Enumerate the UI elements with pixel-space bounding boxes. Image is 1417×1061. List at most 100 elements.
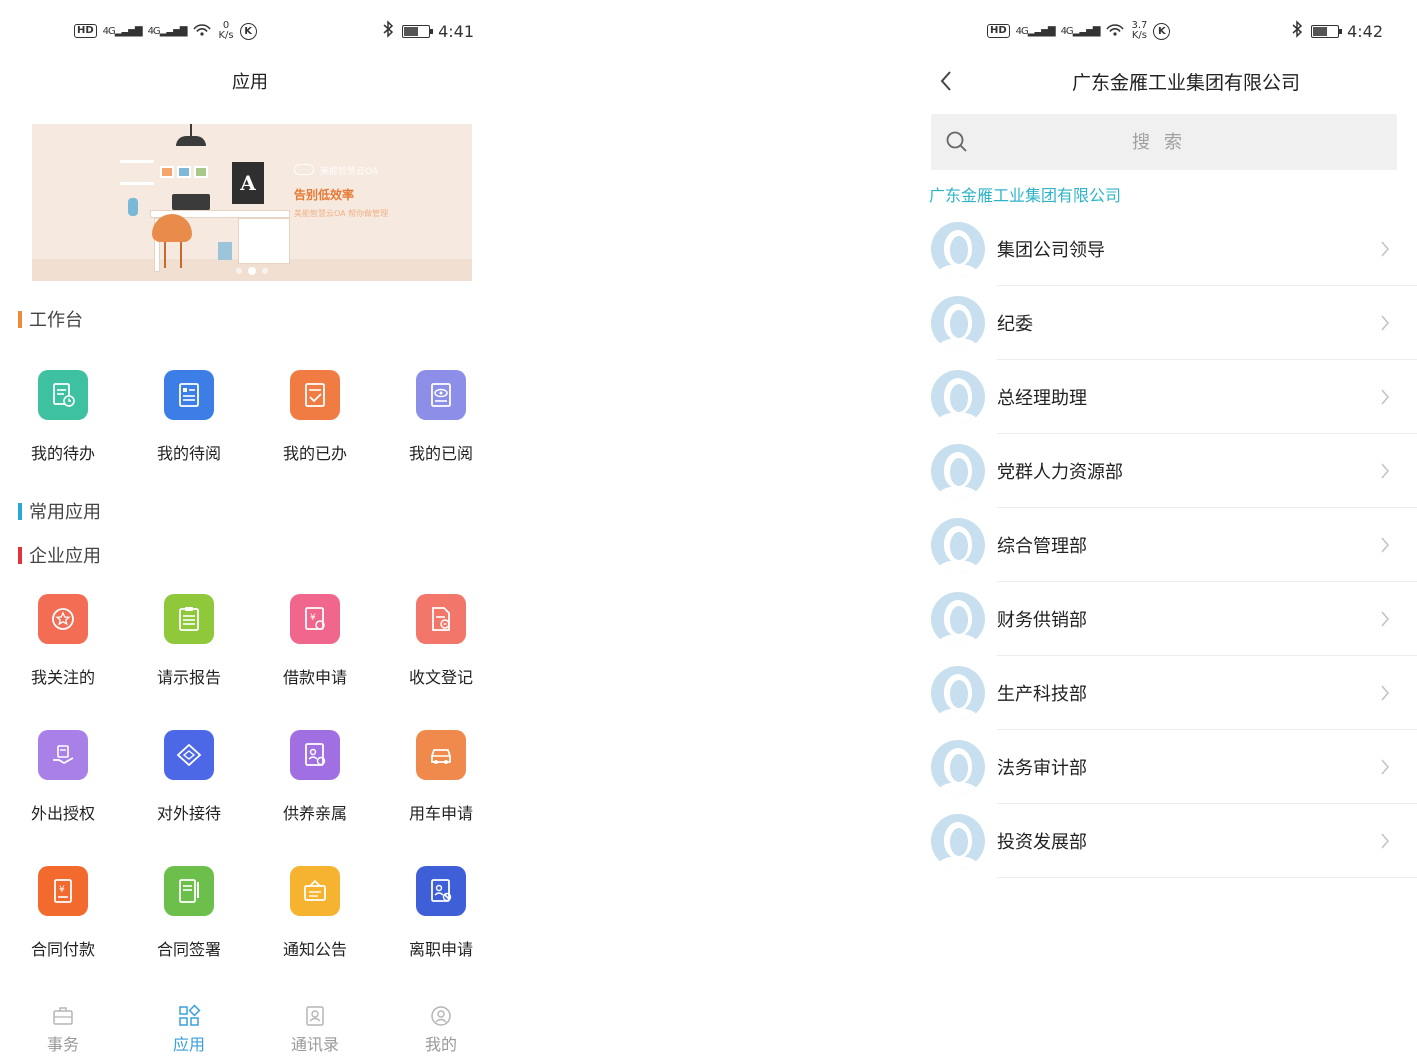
- poster-illustration: A: [232, 162, 264, 204]
- avatar: [931, 740, 985, 794]
- app-label: 我的已办: [282, 444, 347, 463]
- app-my-read[interactable]: 我的已阅: [386, 370, 496, 464]
- banner-brand: 美能智慧云OA: [320, 167, 379, 177]
- section-common-apps: 常用应用: [18, 498, 101, 524]
- notice-icon: [290, 866, 340, 916]
- family-doc-icon: [290, 730, 340, 780]
- net-speed: 3.7 K/s: [1131, 20, 1148, 41]
- chevron-right-icon: [1381, 241, 1390, 257]
- org-directory-screen: HD 4G▂▃▅▇ 4G▂▃▅▇ 3.7 K/s K 4:42 广东金雁工业集团有…: [915, 0, 1417, 1061]
- app-request-report[interactable]: 请示报告: [134, 594, 244, 688]
- app-outing-authorization[interactable]: 外出授权: [8, 730, 118, 824]
- app-contract-payment[interactable]: ¥ 合同付款: [8, 866, 118, 960]
- app-resignation[interactable]: 离职申请: [386, 866, 496, 960]
- department-name: 总经理助理: [997, 388, 1087, 409]
- department-row[interactable]: 财务供销部: [915, 582, 1417, 656]
- app-notice[interactable]: 通知公告: [260, 866, 370, 960]
- signal-icon: 4G▂▃▅▇: [1060, 25, 1101, 37]
- k-icon: K: [239, 22, 257, 40]
- department-name: 投资发展部: [997, 832, 1087, 853]
- app-label: 我的待办: [30, 444, 95, 463]
- avatar: [931, 444, 985, 498]
- breadcrumb[interactable]: 广东金雁工业集团有限公司: [929, 182, 1121, 206]
- hd-badge: HD: [74, 24, 97, 38]
- app-label: 外出授权: [30, 804, 95, 823]
- department-row[interactable]: 投资发展部: [915, 804, 1417, 878]
- hd-badge: HD: [987, 24, 1010, 38]
- department-row[interactable]: 集团公司领导: [915, 212, 1417, 286]
- department-row[interactable]: 综合管理部: [915, 508, 1417, 582]
- app-my-follow[interactable]: 我关注的: [8, 594, 118, 688]
- tab-affairs[interactable]: 事务: [23, 1000, 103, 1055]
- bluetooth-icon: [382, 20, 394, 42]
- status-bar: HD 4G▂▃▅▇ 4G▂▃▅▇ 3.7 K/s K 4:42: [987, 16, 1383, 46]
- battery-icon: [402, 24, 434, 38]
- car-icon: [416, 730, 466, 780]
- svg-text:¥: ¥: [310, 613, 316, 623]
- bluetooth-icon: [1291, 20, 1303, 42]
- picture-frames-illustration: [160, 166, 208, 178]
- svg-text:¥: ¥: [59, 885, 65, 895]
- avatar: [931, 814, 985, 868]
- tab-contacts[interactable]: 通讯录: [275, 1000, 355, 1055]
- apps-grid-icon: [179, 1004, 201, 1026]
- avatar: [931, 518, 985, 572]
- tab-apps[interactable]: 应用: [149, 1000, 229, 1055]
- status-bar: HD 4G▂▃▅▇ 4G▂▃▅▇ 0 K/s K 4:41: [74, 16, 474, 46]
- app-my-toread[interactable]: 我的待阅: [134, 370, 244, 464]
- avatar: [931, 666, 985, 720]
- department-name: 综合管理部: [997, 536, 1087, 557]
- app-screen: HD 4G▂▃▅▇ 4G▂▃▅▇ 0 K/s K 4:41 应用 A 美能智慧云…: [0, 0, 500, 1061]
- contacts-icon: [306, 1006, 324, 1026]
- page-title: 应用: [232, 72, 268, 93]
- chevron-right-icon: [1381, 685, 1390, 701]
- tab-label: 事务: [46, 1035, 79, 1054]
- department-name: 财务供销部: [997, 610, 1087, 631]
- wifi-icon: [1105, 21, 1125, 41]
- chevron-right-icon: [1381, 759, 1390, 775]
- carousel-dots[interactable]: [32, 267, 472, 275]
- app-label: 收文登记: [408, 668, 473, 687]
- incoming-doc-icon: [416, 594, 466, 644]
- app-my-done[interactable]: 我的已办: [260, 370, 370, 464]
- resign-doc-icon: [416, 866, 466, 916]
- bottom-tab-bar: 事务 应用 通讯录 我的: [0, 1000, 500, 1061]
- app-vehicle-request[interactable]: 用车申请: [386, 730, 496, 824]
- chevron-right-icon: [1381, 611, 1390, 627]
- department-row[interactable]: 总经理助理: [915, 360, 1417, 434]
- department-name: 集团公司领导: [997, 240, 1105, 261]
- app-contract-signing[interactable]: 合同签署: [134, 866, 244, 960]
- app-loan-request[interactable]: ¥ 借款申请: [260, 594, 370, 688]
- app-label: 通知公告: [282, 940, 347, 959]
- app-label: 离职申请: [408, 940, 473, 959]
- search-input[interactable]: [931, 114, 1397, 170]
- k-icon: K: [1153, 22, 1171, 40]
- section-workbench-label: 工作台: [29, 310, 83, 331]
- department-row[interactable]: 法务审计部: [915, 730, 1417, 804]
- department-row[interactable]: 党群人力资源部: [915, 434, 1417, 508]
- app-external-reception[interactable]: 对外接待: [134, 730, 244, 824]
- promo-banner[interactable]: A 美能智慧云OA 告别低效率 美能智慧云OA 帮你做管理: [32, 124, 472, 281]
- department-row[interactable]: 纪委: [915, 286, 1417, 360]
- money-doc-icon: ¥: [290, 594, 340, 644]
- chevron-right-icon: [1381, 315, 1390, 331]
- department-row[interactable]: 生产科技部: [915, 656, 1417, 730]
- payment-doc-icon: ¥: [38, 866, 88, 916]
- clock: 4:41: [438, 21, 474, 41]
- app-my-todo[interactable]: 我的待办: [8, 370, 118, 464]
- avatar: [931, 370, 985, 424]
- app-label: 合同付款: [30, 940, 95, 959]
- net-speed: 0 K/s: [218, 20, 234, 41]
- back-arrow-icon[interactable]: [937, 68, 955, 94]
- search-bar[interactable]: [931, 114, 1397, 170]
- tab-me[interactable]: 我的: [401, 1000, 481, 1055]
- app-incoming-docs[interactable]: 收文登记: [386, 594, 496, 688]
- user-icon: [431, 1006, 451, 1026]
- monitor-illustration: [172, 194, 210, 210]
- check-doc-icon: [290, 370, 340, 420]
- tab-label: 应用: [172, 1035, 205, 1054]
- app-label: 借款申请: [282, 668, 347, 687]
- app-dependents[interactable]: 供养亲属: [260, 730, 370, 824]
- app-label: 请示报告: [156, 668, 221, 687]
- wifi-icon: [192, 21, 212, 41]
